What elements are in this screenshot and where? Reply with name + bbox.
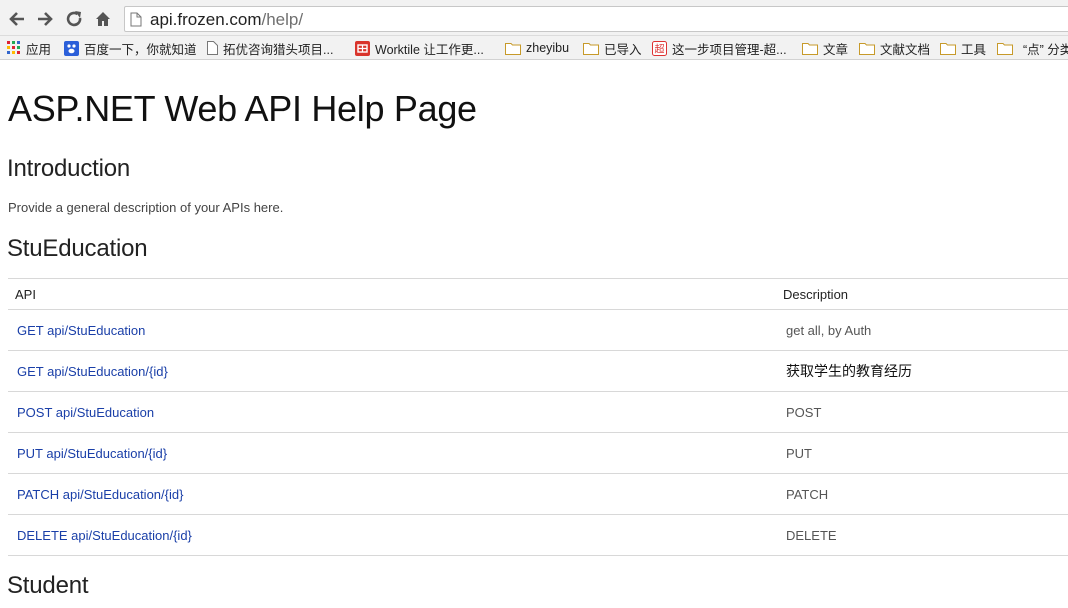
api-link[interactable]: DELETE api/StuEducation/{id}	[16, 528, 192, 543]
table-row: PATCH api/StuEducation/{id} PATCH	[8, 473, 1068, 515]
api-cell: DELETE api/StuEducation/{id}	[8, 514, 776, 556]
description-cell: PATCH	[776, 473, 1068, 515]
forward-button[interactable]	[34, 8, 56, 30]
bookmark-worktile[interactable]: Worktile 让工作更...	[355, 39, 484, 57]
bookmark-label: 已导入	[604, 42, 642, 57]
description-cell: PUT	[776, 432, 1068, 474]
folder-icon	[997, 42, 1013, 55]
url-path: /help/	[261, 10, 304, 29]
bookmark-folder-imported[interactable]: 已导入	[583, 39, 642, 57]
bookmark-label: 拓优咨询猎头项目...	[223, 42, 334, 57]
folder-icon	[583, 42, 599, 55]
url-host: api.frozen.com	[150, 10, 262, 29]
api-link[interactable]: POST api/StuEducation	[16, 405, 154, 420]
bookmark-label: 百度一下，你就知道	[84, 42, 197, 57]
bookmark-label: zheyibu	[526, 41, 570, 55]
browser-toolbar: api.frozen.com/help/	[0, 0, 1068, 36]
api-cell: PATCH api/StuEducation/{id}	[8, 473, 776, 515]
bookmark-label: Worktile 让工作更...	[375, 42, 484, 57]
folder-icon	[859, 42, 875, 55]
reload-icon	[66, 11, 82, 27]
description-cell: 获取学生的教育经历	[776, 350, 1068, 392]
intro-heading: Introduction	[7, 155, 131, 182]
section-heading-student: Student	[7, 572, 89, 599]
arrow-right-icon	[38, 12, 53, 26]
reload-button[interactable]	[63, 8, 85, 30]
api-link[interactable]: PATCH api/StuEducation/{id}	[16, 487, 183, 502]
table-row: PUT api/StuEducation/{id} PUT	[8, 432, 1068, 474]
bookmark-label: “点” 分类	[1023, 42, 1068, 57]
description-cell: DELETE	[776, 514, 1068, 556]
address-bar[interactable]: api.frozen.com/help/	[124, 6, 1068, 32]
description-cell: POST	[776, 391, 1068, 433]
bookmark-folder-tools[interactable]: 工具	[940, 39, 986, 57]
bookmark-label: 文章	[823, 42, 849, 57]
api-cell: GET api/StuEducation/{id}	[8, 350, 776, 392]
api-link[interactable]: GET api/StuEducation/{id}	[16, 364, 168, 379]
table-row: GET api/StuEducation/{id} 获取学生的教育经历	[8, 350, 1068, 392]
api-cell: POST api/StuEducation	[8, 391, 776, 433]
svg-text:超: 超	[655, 42, 665, 55]
table-row: DELETE api/StuEducation/{id} DELETE	[8, 514, 1068, 556]
folder-icon	[802, 42, 818, 55]
bookmark-baidu[interactable]: 百度一下，你就知道	[64, 39, 197, 57]
table-row: GET api/StuEducation get all, by Auth	[8, 309, 1068, 351]
api-cell: PUT api/StuEducation/{id}	[8, 432, 776, 474]
bookmark-label: 这一步项目管理-超...	[672, 42, 787, 57]
apps-grid-icon	[7, 41, 21, 55]
url-text: api.frozen.com/help/	[150, 10, 303, 30]
back-button[interactable]	[6, 8, 28, 30]
column-header-description: Description	[776, 278, 1068, 310]
section-heading-stueducation: StuEducation	[7, 235, 148, 262]
bookmark-tuoyou[interactable]: 拓优咨询猎头项目...	[207, 39, 333, 57]
arrow-left-icon	[9, 12, 24, 26]
home-icon	[96, 12, 110, 26]
folder-icon	[505, 42, 521, 55]
bookmark-folder-docs[interactable]: 文献文档	[859, 39, 930, 57]
worktile-icon	[355, 40, 370, 56]
home-button[interactable]	[92, 8, 114, 30]
bookmark-label: 应用	[26, 42, 52, 57]
bookmark-folder-articles[interactable]: 文章	[802, 39, 848, 57]
page-title: ASP.NET Web API Help Page	[8, 88, 477, 129]
bookmark-zheyibu-project[interactable]: 超 这一步项目管理-超...	[652, 39, 787, 57]
page-icon	[207, 41, 218, 55]
column-header-api: API	[8, 278, 776, 310]
table-row: POST api/StuEducation POST	[8, 391, 1068, 433]
bookmark-folder-zheyibu[interactable]: zheyibu	[505, 39, 569, 57]
bookmark-apps[interactable]: 应用	[7, 39, 51, 57]
folder-icon	[940, 42, 956, 55]
api-link[interactable]: PUT api/StuEducation/{id}	[16, 446, 167, 461]
description-cell: get all, by Auth	[776, 309, 1068, 351]
intro-text: Provide a general description of your AP…	[8, 200, 284, 215]
page-icon	[130, 12, 142, 32]
bookmark-folder-dian[interactable]: “点” 分类	[997, 39, 1068, 57]
api-link[interactable]: GET api/StuEducation	[16, 323, 145, 338]
bookmarks-bar: 应用 百度一下，你就知道 拓优咨询猎头项目... Worktile 让工作更..…	[0, 36, 1068, 60]
table-header-row: API Description	[8, 278, 1068, 310]
bookmark-label: 文献文档	[880, 42, 931, 57]
bookmark-label: 工具	[961, 42, 987, 57]
baidu-paw-icon	[64, 40, 79, 56]
api-cell: GET api/StuEducation	[8, 309, 776, 351]
chao-icon: 超	[652, 40, 667, 56]
api-table-stueducation: API Description GET api/StuEducation get…	[8, 278, 1068, 556]
